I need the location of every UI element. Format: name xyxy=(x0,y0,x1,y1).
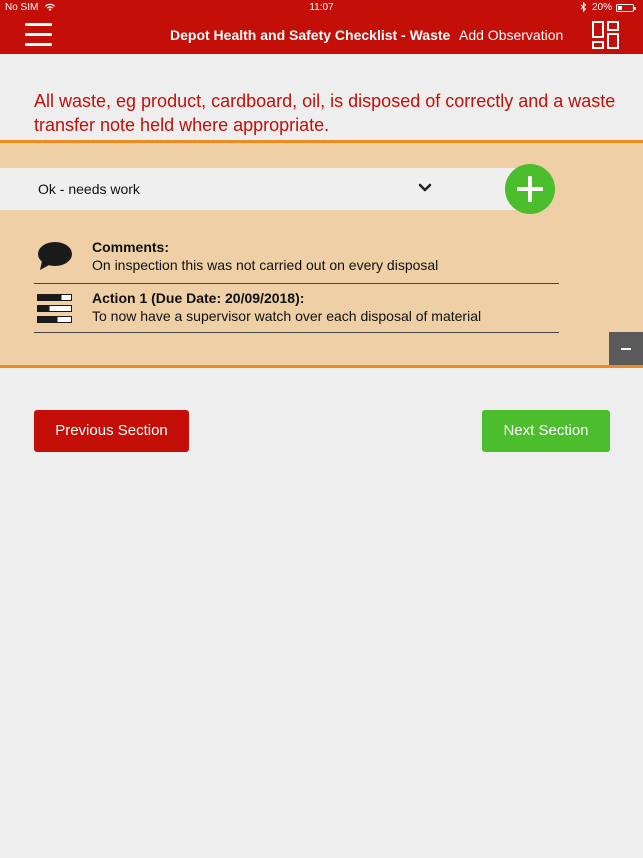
clock: 11:07 xyxy=(309,2,334,13)
comments-entry: Comments: On inspection this was not car… xyxy=(34,231,559,284)
action-list-icon xyxy=(37,294,73,329)
comments-text: On inspection this was not carried out o… xyxy=(92,257,439,273)
battery-icon xyxy=(616,4,636,12)
battery-percent: 20% xyxy=(592,2,613,13)
chevron-down-icon xyxy=(418,181,432,195)
dashboard-icon[interactable] xyxy=(592,21,619,49)
add-observation-button[interactable]: Add Observation xyxy=(459,27,563,43)
add-entry-button[interactable] xyxy=(505,164,555,214)
next-section-button[interactable]: Next Section xyxy=(482,410,610,452)
action-text: To now have a supervisor watch over each… xyxy=(92,308,482,324)
speech-bubble-icon xyxy=(37,241,73,276)
action-label: Action 1 (Due Date: 20/09/2018): xyxy=(92,290,305,306)
menu-icon[interactable] xyxy=(25,23,52,46)
status-bar: No SIM 11:07 20% xyxy=(0,0,643,16)
action-entry[interactable]: Action 1 (Due Date: 20/09/2018): To now … xyxy=(34,284,559,333)
bluetooth-icon xyxy=(580,1,587,16)
previous-section-button[interactable]: Previous Section xyxy=(34,410,189,452)
question-text: All waste, eg product, cardboard, oil, i… xyxy=(34,91,616,135)
comments-label: Comments: xyxy=(92,239,170,255)
status-select[interactable]: Ok - needs work xyxy=(0,168,530,210)
observation-panel: Ok - needs work Comments: On inspection … xyxy=(0,140,643,368)
nav-bar: Depot Health and Safety Checklist - Wast… xyxy=(0,16,643,54)
status-select-value: Ok - needs work xyxy=(38,181,140,197)
collapse-button[interactable] xyxy=(609,332,643,365)
page-title: Depot Health and Safety Checklist - Wast… xyxy=(170,27,451,43)
